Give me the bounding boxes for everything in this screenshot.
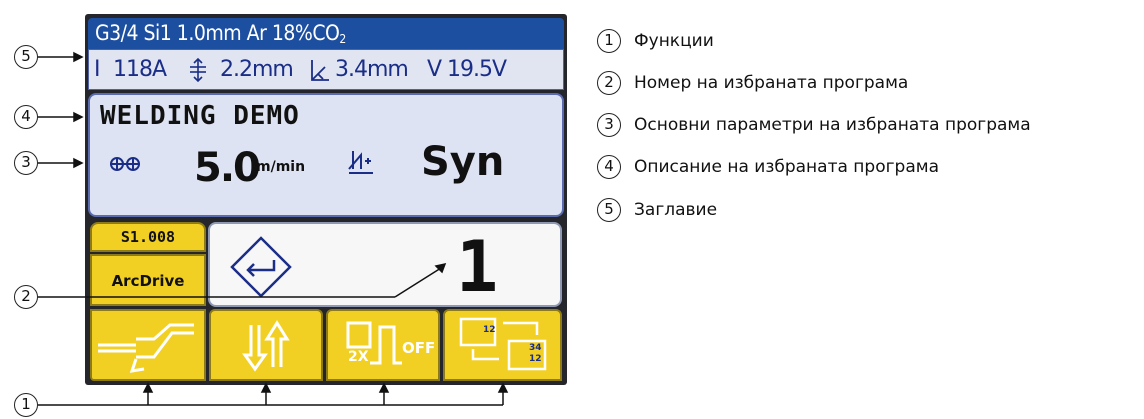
legend-text: Функции <box>634 31 714 51</box>
legend-number: 4 <box>597 155 621 179</box>
legend-text: Номер на избраната програма <box>634 73 909 93</box>
legend-number: 3 <box>597 113 621 137</box>
callout-4: 4 <box>14 105 38 129</box>
legend-number: 2 <box>597 71 621 95</box>
legend-text: Основни параметри на избраната програма <box>634 115 1031 135</box>
legend-number: 5 <box>597 198 621 222</box>
callout-lines <box>38 51 509 406</box>
legend-text: Описание на избраната програма <box>634 157 939 177</box>
callout-5: 5 <box>14 45 38 69</box>
callout-3: 3 <box>14 151 38 175</box>
callout-2: 2 <box>14 285 38 309</box>
legend-number: 1 <box>597 29 621 53</box>
callout-1: 1 <box>14 393 38 417</box>
legend-text: Заглавие <box>634 200 718 220</box>
